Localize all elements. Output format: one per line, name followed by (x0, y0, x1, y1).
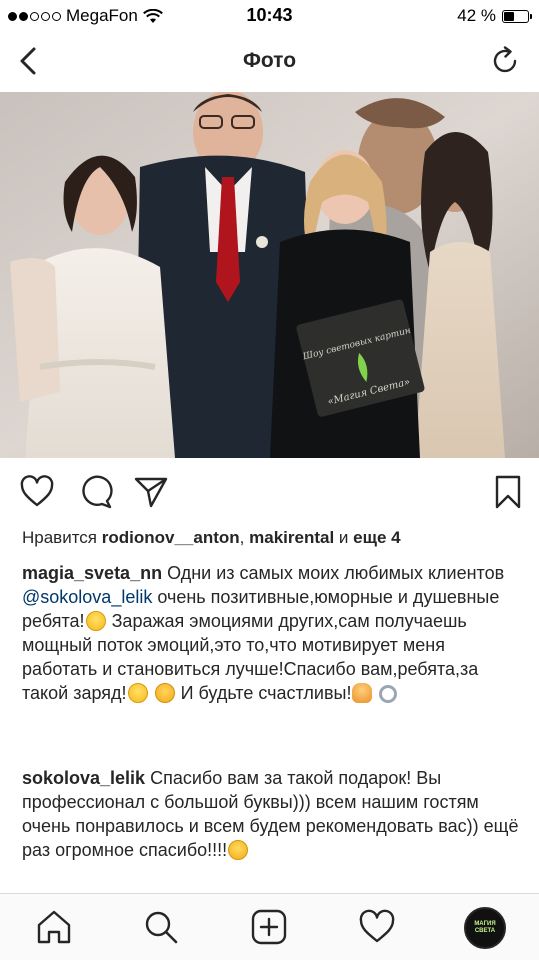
comment-item: sokolova_lelik Спасибо вам за такой пода… (22, 766, 522, 862)
profile-avatar[interactable]: МАГИЯ СВЕТА (464, 907, 506, 949)
likes-more-link[interactable]: еще 4 (353, 528, 400, 547)
battery-percent: 42 % (457, 6, 496, 25)
caption-text: Одни из самых моих любимых клиентов (167, 563, 505, 583)
likes-prefix: Нравится (22, 528, 98, 547)
wedding-photo-illustration: Шоу световых картин «Магия Света» (0, 92, 539, 458)
comment-username[interactable]: sokolova_lelik (22, 768, 145, 788)
likes-conjunction: и (338, 528, 349, 547)
status-right: 42 % (457, 6, 532, 26)
bottom-tab-bar: МАГИЯ СВЕТА (0, 893, 539, 960)
likes-summary: Нравится rodionov__anton, makirental и е… (22, 528, 401, 548)
likes-separator: , (239, 528, 245, 547)
page-title: Фото (242, 49, 297, 72)
grinning-face-emoji-icon (127, 683, 148, 703)
post-photo[interactable]: Шоу световых картин «Магия Света» (0, 92, 539, 458)
ring-emoji-icon (379, 685, 398, 703)
status-bar: MegaFon 10:43 42 % (0, 0, 539, 30)
caption-username[interactable]: magia_sveta_nn (22, 563, 162, 583)
kissing-face-emoji-icon (228, 840, 249, 860)
post-caption: magia_sveta_nn Одни из самых моих любимы… (22, 561, 522, 705)
search-icon[interactable] (142, 908, 180, 946)
comment-bubble-icon[interactable] (77, 474, 113, 510)
home-icon[interactable] (35, 908, 73, 946)
avatar-text: МАГИЯ (474, 921, 496, 927)
liker-username[interactable]: makirental (249, 528, 334, 547)
liker-username[interactable]: rodionov__anton (102, 528, 240, 547)
battery-fill (504, 11, 514, 21)
nav-bar: Фото (0, 30, 539, 92)
heart-icon[interactable] (19, 474, 55, 510)
post-action-bar (0, 470, 539, 514)
activity-heart-icon[interactable] (358, 908, 396, 946)
hugging-face-emoji-icon (154, 683, 175, 703)
paper-plane-icon[interactable] (133, 474, 169, 510)
caption-text: И будьте счастливы! (180, 683, 352, 703)
add-post-icon[interactable] (250, 908, 288, 946)
grinning-face-emoji-icon (85, 611, 106, 631)
caption-mention[interactable]: @sokolova_lelik (22, 587, 152, 607)
refresh-icon[interactable] (491, 44, 521, 78)
battery-icon (502, 9, 532, 23)
person-emoji-icon (352, 683, 373, 703)
avatar-text: СВЕТА (474, 928, 496, 934)
bookmark-icon[interactable] (490, 474, 526, 510)
